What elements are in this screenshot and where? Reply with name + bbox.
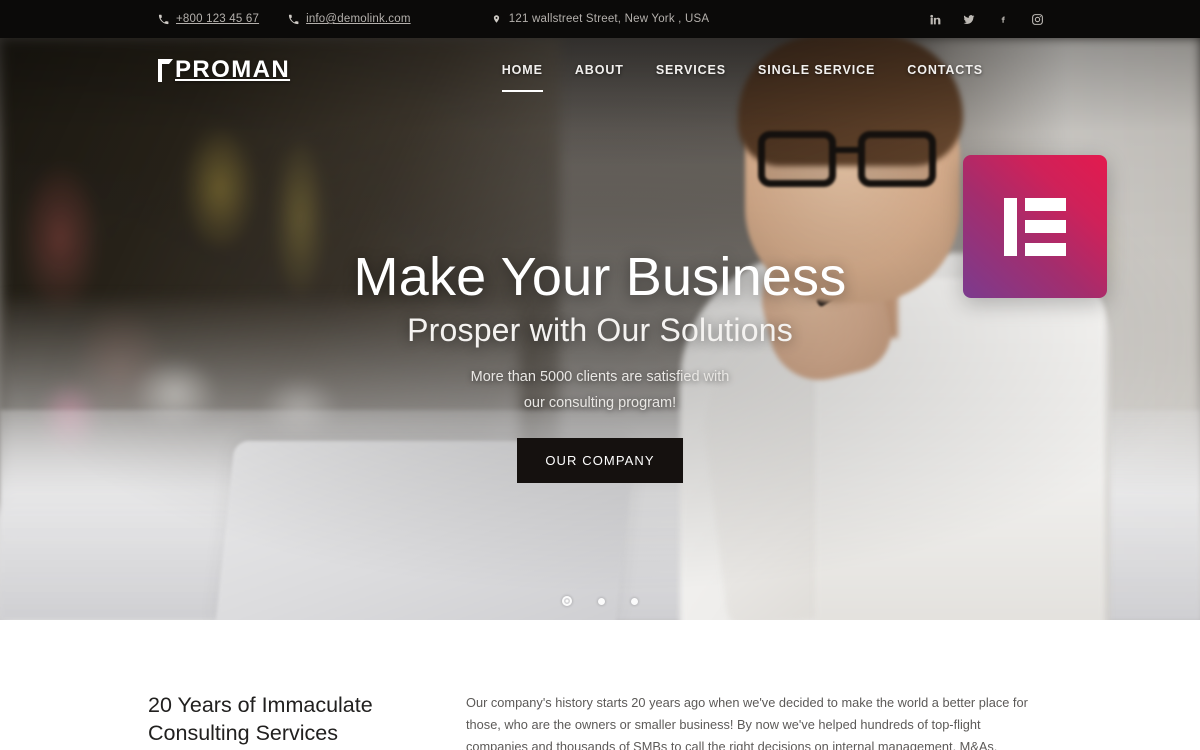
slider-pagination	[0, 596, 1200, 606]
our-company-button[interactable]: OUR COMPANY	[517, 438, 683, 484]
nav-item-about[interactable]: ABOUT	[559, 57, 640, 83]
twitter-icon[interactable]	[961, 11, 977, 27]
nav-item-home[interactable]: HOME	[486, 57, 559, 92]
topbar-email[interactable]: info@demolink.com	[288, 13, 411, 25]
about-paragraph: Our company's history starts 20 years ag…	[466, 695, 1028, 750]
hero-description-line-1: More than 5000 clients are satisfied wit…	[470, 369, 730, 386]
site-logo-text: PROMAN	[175, 56, 291, 83]
hero-slider: PROMAN HOME ABOUT SERVICES SINGLE SERVIC…	[0, 38, 1200, 620]
elementor-logo	[963, 155, 1107, 298]
logo-mark-icon	[158, 58, 174, 82]
site-logo[interactable]: PROMAN	[158, 56, 290, 84]
top-contact-bar: +800 123 45 67 info@demolink.com 121 wal…	[0, 0, 1200, 38]
about-section: 20 Years of Immaculate Consulting Servic…	[0, 620, 1200, 750]
slider-dot-1[interactable]	[562, 596, 572, 606]
envelope-icon	[288, 13, 299, 25]
site-header: PROMAN HOME ABOUT SERVICES SINGLE SERVIC…	[0, 38, 1200, 102]
topbar-address: 121 wallstreet Street, New York , USA	[491, 13, 709, 25]
topbar-phone[interactable]: +800 123 45 67	[158, 13, 259, 25]
nav-item-contacts[interactable]: CONTACTS	[891, 57, 999, 83]
slider-dot-2[interactable]	[598, 597, 605, 605]
facebook-icon[interactable]	[995, 11, 1011, 27]
hero-subtitle: Prosper with Our Solutions	[407, 312, 793, 349]
instagram-icon[interactable]	[1029, 11, 1045, 27]
search-icon[interactable]	[1013, 60, 1045, 80]
nav-item-services[interactable]: SERVICES	[640, 57, 742, 83]
linkedin-icon[interactable]	[927, 11, 943, 27]
phone-icon	[158, 13, 169, 25]
social-links	[927, 11, 1045, 27]
map-pin-icon	[491, 13, 502, 25]
topbar-phone-label: +800 123 45 67	[176, 13, 260, 25]
about-heading: 20 Years of Immaculate Consulting Servic…	[148, 693, 373, 745]
nav-item-single-service[interactable]: SINGLE SERVICE	[742, 57, 891, 83]
slider-dot-3[interactable]	[631, 597, 638, 605]
hero-description: More than 5000 clients are satisfied wit…	[0, 365, 1200, 416]
main-navigation: HOME ABOUT SERVICES SINGLE SERVICE CONTA…	[486, 57, 1045, 92]
topbar-email-label: info@demolink.com	[306, 13, 411, 25]
hero-description-line-2: our consulting program!	[523, 394, 677, 411]
topbar-address-label: 121 wallstreet Street, New York , USA	[508, 13, 710, 25]
